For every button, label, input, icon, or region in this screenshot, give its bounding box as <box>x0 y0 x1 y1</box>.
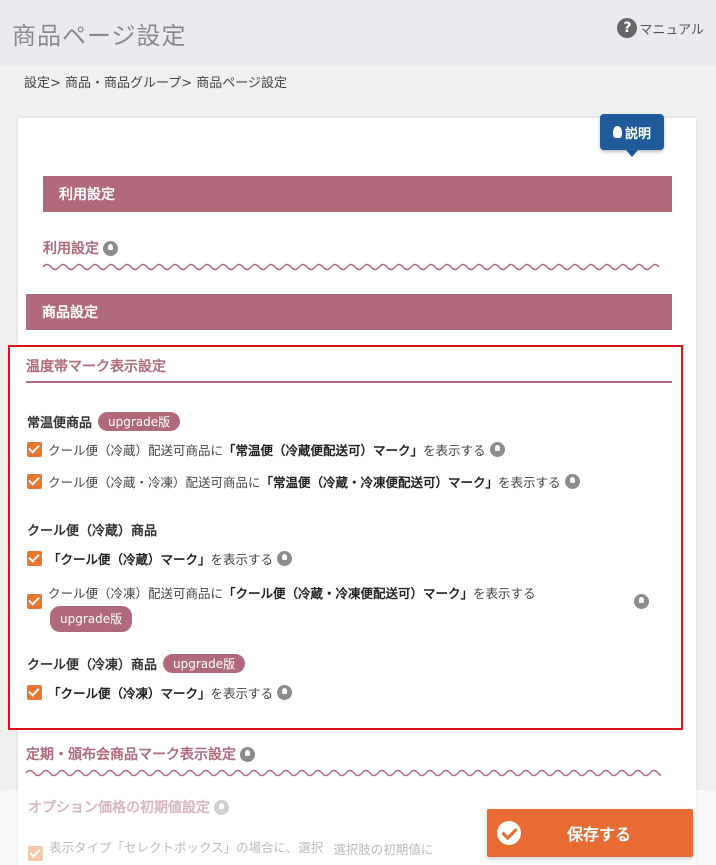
group-label-chilled: クール便（冷蔵）商品 <box>27 520 157 539</box>
group-label-text: 常温便商品 <box>27 416 93 431</box>
option-text-bold: 「クール便（冷蔵・冷凍便配送可）マーク」 <box>223 586 474 601</box>
checkbox[interactable] <box>27 594 42 609</box>
info-icon[interactable] <box>564 474 580 489</box>
option-price-heading: オプション価格の初期値設定 <box>28 797 229 817</box>
info-icon[interactable] <box>277 685 293 700</box>
option-ambient-chilled-frozen[interactable]: クール便（冷蔵・冷凍）配送可商品に 「常温便（冷蔵・冷凍便配送可）マーク」 を表… <box>27 472 580 491</box>
option-text-post: を表示する <box>423 443 486 458</box>
help-icon: ? <box>617 18 638 38</box>
group-label-frozen: クール便（冷凍）商品 upgrade版 <box>27 654 246 673</box>
option-frozen-mark[interactable]: 「クール便（冷凍）マーク」 を表示する <box>27 683 293 702</box>
checkbox[interactable] <box>27 551 42 566</box>
option-price-text-2: 選択肢の初期値に <box>333 842 434 857</box>
checkbox[interactable] <box>27 442 42 457</box>
option-price-text-1: 表示タイプ「セレクトボックス」の場合に、選択 <box>49 840 324 855</box>
info-icon[interactable] <box>240 746 255 762</box>
page-title: 商品ページ設定 <box>12 22 187 50</box>
lightbulb-icon <box>612 126 622 138</box>
check-circle-icon <box>497 821 521 845</box>
collapsed-wave-divider <box>26 769 661 777</box>
info-icon[interactable] <box>277 551 293 566</box>
section-divider <box>26 381 672 383</box>
upgrade-badge: upgrade版 <box>163 654 246 673</box>
group-label-ambient: 常温便商品 upgrade版 <box>27 412 181 431</box>
upgrade-badge: upgrade版 <box>98 412 181 431</box>
option-text-pre: クール便（冷蔵）配送可商品に <box>48 443 224 458</box>
app-header: 商品ページ設定 ? マニュアル <box>0 0 716 66</box>
option-price-row: 表示タイプ「セレクトボックス」の場合に、選択 選択肢の初期値に <box>28 838 433 861</box>
collapsed-wave-divider <box>43 263 660 271</box>
option-chilled-mark[interactable]: 「クール便（冷蔵）マーク」 を表示する <box>27 549 293 568</box>
info-icon[interactable] <box>634 594 649 609</box>
option-chilled-frozen[interactable]: クール便（冷凍）配送可商品に「クール便（冷蔵・冷凍便配送可）マーク」を表示する … <box>27 582 649 632</box>
manual-link[interactable]: ? マニュアル <box>617 18 704 38</box>
section-bar-usage[interactable]: 利用設定 <box>43 176 672 212</box>
info-icon[interactable] <box>489 442 505 457</box>
periodic-sub-heading[interactable]: 定期・頒布会商品マーク表示設定 <box>26 744 255 764</box>
option-text-post: を表示する <box>498 475 561 490</box>
option-text-wrap: クール便（冷凍）配送可商品に「クール便（冷蔵・冷凍便配送可）マーク」を表示する … <box>48 582 608 632</box>
upgrade-badge: upgrade版 <box>50 606 133 632</box>
option-text-post: を表示する <box>473 586 536 601</box>
checkbox[interactable] <box>27 474 42 489</box>
usage-sub-heading[interactable]: 利用設定 <box>43 238 118 258</box>
info-icon[interactable] <box>103 240 118 256</box>
option-ambient-chilled[interactable]: クール便（冷蔵）配送可商品に 「常温便（冷蔵便配送可）マーク」 を表示する <box>27 440 505 459</box>
option-text-pre: クール便（冷蔵・冷凍）配送可商品に <box>48 475 261 490</box>
temperature-section-title: 温度帯マーク表示設定 <box>26 359 166 375</box>
option-text-post: を表示する <box>210 552 274 567</box>
checkbox[interactable] <box>28 846 43 861</box>
option-text-bold: 「クール便（冷蔵）マーク」 <box>48 552 211 567</box>
group-label-text: クール便（冷蔵）商品 <box>27 524 158 539</box>
option-text-bold: 「クール便（冷凍）マーク」 <box>48 686 211 701</box>
explain-button[interactable]: 説明 <box>600 114 664 157</box>
info-icon <box>214 799 229 815</box>
option-text-post: を表示する <box>210 686 274 701</box>
option-text-bold: 「常温便（冷蔵便配送可）マーク」 <box>223 443 424 458</box>
option-text-bold: 「常温便（冷蔵・冷凍便配送可）マーク」 <box>260 475 499 490</box>
save-label: 保存する <box>567 825 632 844</box>
explain-label: 説明 <box>624 126 651 142</box>
breadcrumb: 設定> 商品・商品グループ> 商品ページ設定 <box>24 76 288 91</box>
option-price-heading-label: オプション価格の初期値設定 <box>28 800 210 816</box>
usage-sub-heading-label: 利用設定 <box>43 241 99 257</box>
periodic-heading-label: 定期・頒布会商品マーク表示設定 <box>26 747 236 763</box>
group-label-text: クール便（冷凍）商品 <box>27 658 158 673</box>
manual-label: マニュアル <box>639 22 704 38</box>
section-bar-product[interactable]: 商品設定 <box>26 294 672 330</box>
save-button[interactable]: 保存する <box>487 809 693 857</box>
option-text-pre: クール便（冷凍）配送可商品に <box>48 586 224 601</box>
checkbox[interactable] <box>27 685 42 700</box>
